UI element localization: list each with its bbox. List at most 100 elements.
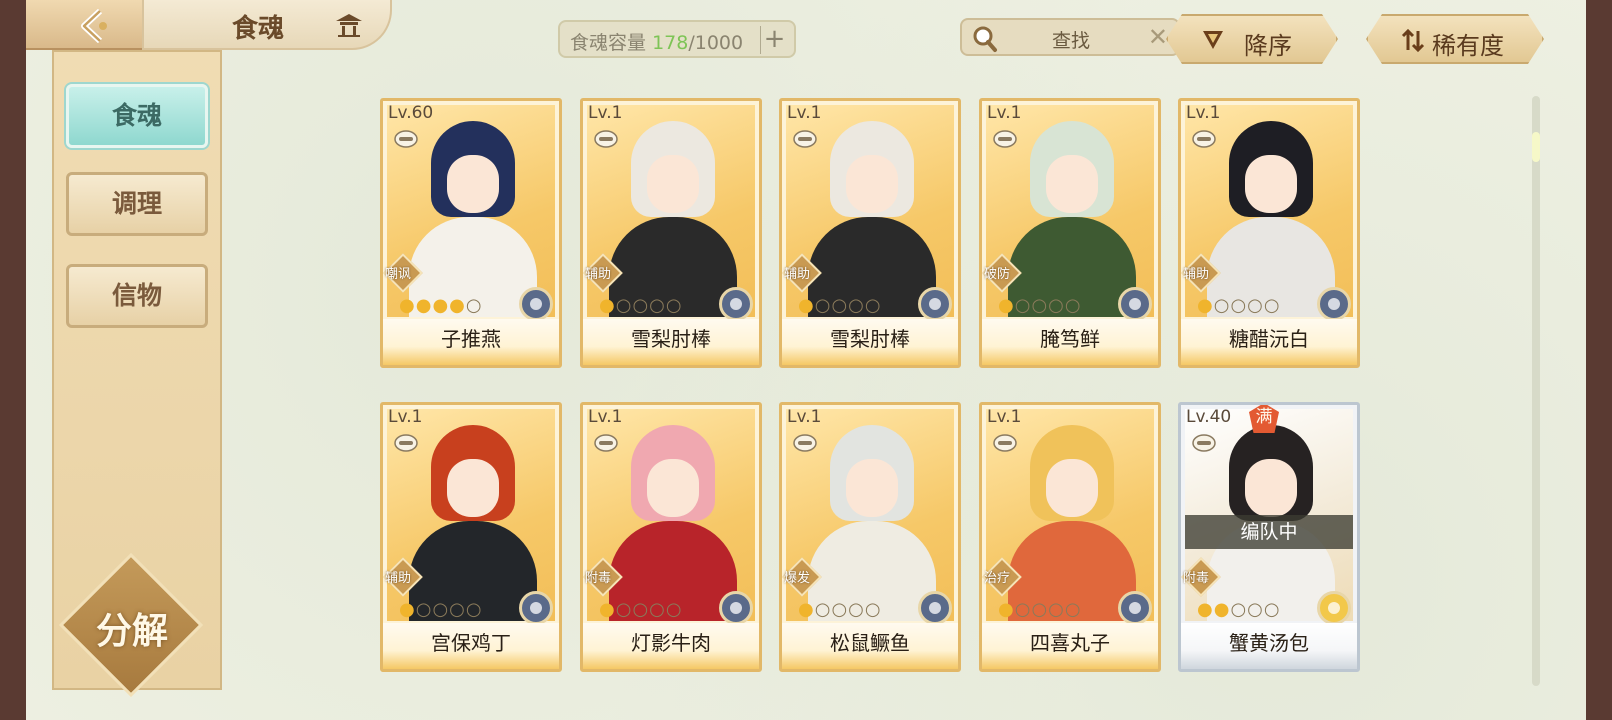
star-empty-icon: ○ (649, 599, 666, 620)
star-empty-icon: ○ (1031, 599, 1049, 620)
scrollbar-thumb[interactable] (1532, 132, 1540, 162)
star-filled-icon: ● (449, 295, 466, 316)
star-rating: ●○○○○ (998, 599, 1082, 621)
star-empty-icon: ○ (1064, 295, 1082, 316)
lock-toggle-icon[interactable] (992, 129, 1018, 149)
lock-toggle-icon[interactable] (992, 433, 1018, 453)
search-icon (973, 26, 997, 52)
star-filled-icon: ● (432, 295, 450, 316)
card-level: Lv.1 (787, 407, 822, 427)
capacity-current: 178 (652, 32, 689, 54)
card-level: Lv.1 (787, 103, 822, 123)
star-empty-icon: ○ (1230, 295, 1248, 316)
lock-toggle-icon[interactable] (792, 433, 818, 453)
star-empty-icon: ○ (848, 295, 865, 316)
card-level: Lv.60 (388, 103, 434, 123)
lock-toggle-icon[interactable] (1191, 433, 1217, 453)
star-rating: ●●○○○ (1197, 599, 1281, 621)
lock-toggle-icon[interactable] (792, 129, 818, 149)
capacity-label: 食魂容量 (570, 32, 647, 54)
role-label: 辅助 (585, 267, 612, 282)
card-name: 四喜丸子 (982, 623, 1158, 669)
sidebar-item-xinwu[interactable]: 信物 (66, 264, 208, 328)
card-name: 蟹黄汤包 (1181, 623, 1357, 669)
card-name: 腌笃鲜 (982, 319, 1158, 365)
star-empty-icon: ○ (632, 295, 650, 316)
flower-emblem-icon (519, 591, 553, 625)
star-empty-icon: ○ (1014, 599, 1032, 620)
star-empty-icon: ○ (864, 599, 882, 620)
star-rating: ●○○○○ (599, 599, 683, 621)
star-empty-icon: ○ (831, 599, 849, 620)
pavilion-icon[interactable] (334, 12, 364, 38)
star-rating: ●○○○○ (798, 599, 882, 621)
lock-toggle-icon[interactable] (593, 129, 619, 149)
back-button[interactable] (26, 0, 142, 50)
star-rating: ●○○○○ (1197, 295, 1281, 317)
capacity-counter: 食魂容量 178/1000 + (558, 20, 796, 58)
lock-toggle-icon[interactable] (1191, 129, 1217, 149)
capacity-max: /1000 (688, 32, 744, 54)
lock-toggle-icon[interactable] (393, 433, 419, 453)
sort-key-label: 稀有度 (1432, 32, 1504, 60)
role-badge: 治疗 (982, 557, 1022, 597)
character-card[interactable]: Lv.1 辅助 ●○○○○ 糖醋沅白 (1178, 98, 1360, 368)
card-level: Lv.1 (987, 103, 1022, 123)
card-level: Lv.1 (588, 407, 623, 427)
role-badge: 辅助 (583, 253, 623, 293)
card-level: Lv.1 (1186, 103, 1221, 123)
character-card[interactable]: Lv.1 爆发 ●○○○○ 松鼠鳜鱼 (779, 402, 961, 672)
star-filled-icon: ● (1213, 599, 1231, 620)
sidebar-item-tiaoli[interactable]: 调理 (66, 172, 208, 236)
star-rating: ●○○○○ (998, 295, 1082, 317)
card-name: 糖醋沅白 (1181, 319, 1357, 365)
character-card[interactable]: Lv.1 治疗 ●○○○○ 四喜丸子 (979, 402, 1161, 672)
star-empty-icon: ○ (1247, 599, 1264, 620)
role-badge: 辅助 (782, 253, 822, 293)
star-empty-icon: ○ (1031, 295, 1049, 316)
character-card[interactable]: Lv.1 辅助 ●○○○○ 宫保鸡丁 (380, 402, 562, 672)
star-empty-icon: ○ (1263, 295, 1281, 316)
role-badge: 辅助 (383, 557, 423, 597)
flower-emblem-icon (719, 591, 753, 625)
character-card[interactable]: Lv.1 破防 ●○○○○ 腌笃鲜 (979, 98, 1161, 368)
role-label: 辅助 (1183, 267, 1210, 282)
star-rating: ●○○○○ (798, 295, 882, 317)
character-card[interactable]: Lv.1 辅助 ●○○○○ 雪梨肘棒 (779, 98, 961, 368)
star-empty-icon: ○ (1230, 599, 1248, 620)
star-filled-icon: ● (399, 599, 416, 620)
role-badge: 附毒 (1181, 557, 1221, 597)
star-empty-icon: ○ (1064, 599, 1082, 620)
star-filled-icon: ● (798, 599, 815, 620)
star-empty-icon: ○ (814, 295, 832, 316)
star-rating: ●○○○○ (599, 295, 683, 317)
card-name: 松鼠鳜鱼 (782, 623, 958, 669)
sort-order-button[interactable]: 降序 (1166, 14, 1338, 64)
star-empty-icon: ○ (649, 295, 666, 316)
character-card[interactable]: Lv.1 辅助 ●○○○○ 雪梨肘棒 (580, 98, 762, 368)
character-card[interactable]: Lv.40 附毒 ●●○○○ 蟹黄汤包满编队中 (1178, 402, 1360, 672)
lock-toggle-icon[interactable] (593, 433, 619, 453)
title-tab: 食魂 (142, 0, 392, 50)
sidebar-item-shihun[interactable]: 食魂 (66, 84, 208, 148)
sort-order-label: 降序 (1244, 32, 1292, 60)
add-capacity-button[interactable]: + (760, 26, 788, 54)
card-level: Lv.1 (388, 407, 423, 427)
star-empty-icon: ○ (1213, 295, 1231, 316)
game-screen: 食魂 食魂容量 178/1000 + 查找 ✕ 降序 稀有度 食魂 调理 信物 … (26, 0, 1586, 720)
flower-emblem-icon (1317, 591, 1351, 625)
clear-search-icon[interactable]: ✕ (1148, 23, 1168, 51)
lock-toggle-icon[interactable] (393, 129, 419, 149)
card-level: Lv.1 (588, 103, 623, 123)
character-card[interactable]: Lv.1 附毒 ●○○○○ 灯影牛肉 (580, 402, 762, 672)
star-empty-icon: ○ (665, 295, 683, 316)
search-box[interactable]: 查找 ✕ (960, 18, 1180, 56)
role-badge: 爆发 (782, 557, 822, 597)
character-card[interactable]: Lv.60 嘲讽 ●●●●○ 子推燕 (380, 98, 562, 368)
card-name: 雪梨肘棒 (782, 319, 958, 365)
sort-key-button[interactable]: 稀有度 (1366, 14, 1544, 64)
card-name: 雪梨肘棒 (583, 319, 759, 365)
star-empty-icon: ○ (449, 599, 466, 620)
star-empty-icon: ○ (1263, 599, 1281, 620)
scrollbar[interactable] (1532, 96, 1540, 686)
